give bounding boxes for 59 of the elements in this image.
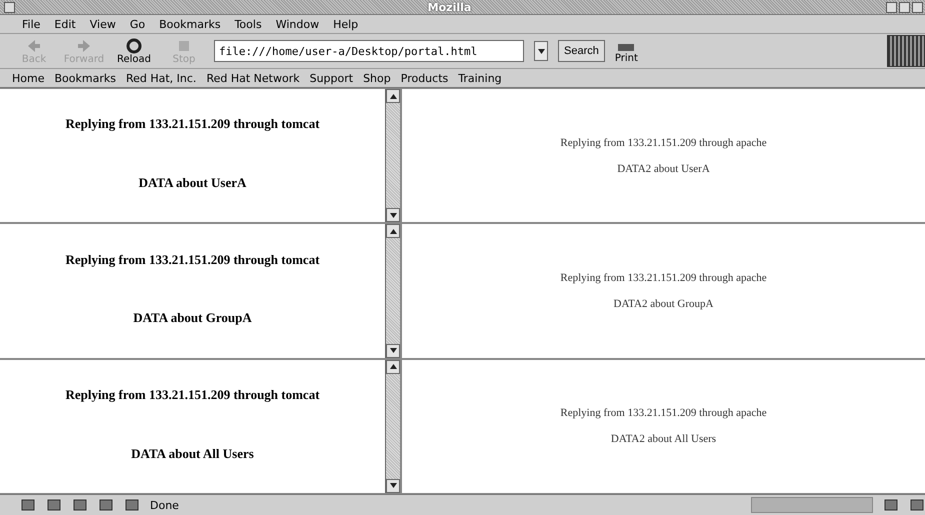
scroll-down-button[interactable]	[386, 478, 400, 493]
window-title: Mozilla	[428, 0, 472, 14]
menu-item[interactable]: File	[22, 18, 40, 30]
print-button[interactable]: Print	[614, 38, 638, 64]
dropdown-button[interactable]	[534, 41, 548, 61]
frame-text: DATA2 about All Users	[610, 433, 716, 446]
frame-text: Replying from 133.21.151.209 through apache	[560, 407, 767, 420]
window-menu-icon[interactable]	[4, 2, 15, 12]
bookmark-link[interactable]: Home	[12, 72, 44, 84]
menu-item[interactable]: Bookmarks	[159, 18, 221, 30]
caret-icon	[538, 48, 544, 54]
bookmark-link[interactable]: Products	[400, 72, 448, 84]
url-field[interactable]: file:///home/user-a/Desktop/portal.html	[214, 40, 524, 62]
frame-text: Replying from 133.21.151.209 through tomcat	[65, 386, 320, 403]
frame-text: DATA about All Users	[131, 446, 254, 462]
scroll-up-button[interactable]	[386, 360, 400, 374]
scrollbar[interactable]	[385, 224, 400, 358]
scroll-down-button[interactable]	[386, 344, 400, 358]
close-icon[interactable]	[912, 2, 923, 12]
bookmark-link[interactable]: Red Hat, Inc.	[126, 72, 196, 84]
bookmark-link[interactable]: Red Hat Network	[206, 72, 300, 84]
maximize-icon[interactable]	[898, 2, 910, 12]
scroll-down-button[interactable]	[386, 208, 400, 222]
scrollbar[interactable]	[385, 360, 400, 493]
search-button[interactable]: Search	[558, 40, 605, 62]
menu-item[interactable]: View	[90, 18, 116, 30]
menu-item[interactable]: Tools	[234, 18, 262, 30]
down-arrow-icon	[390, 483, 396, 488]
bookmark-link[interactable]: Support	[310, 72, 354, 84]
frame-text: Replying from 133.21.151.209 through tomcat	[65, 252, 320, 268]
frame-text: Replying from 133.21.151.209 through apache	[560, 136, 767, 149]
menu-item[interactable]: Help	[333, 18, 358, 30]
bookmark-link[interactable]: Bookmarks	[54, 72, 116, 84]
frame-text: DATA2 about GroupA	[614, 298, 714, 310]
reload-icon	[126, 38, 142, 54]
throbber-icon[interactable]	[887, 35, 925, 67]
menu-item[interactable]: Window	[276, 18, 320, 30]
bookmark-link[interactable]: Training	[458, 72, 502, 84]
menu-item[interactable]: Go	[130, 18, 146, 30]
right-arrow-icon	[76, 38, 92, 54]
down-arrow-icon	[390, 212, 396, 218]
frame-text: DATA about GroupA	[133, 310, 252, 326]
left-arrow-icon	[26, 38, 42, 54]
minimize-icon[interactable]	[886, 2, 897, 12]
down-arrow-icon	[390, 348, 396, 354]
nav-button[interactable]: Reload	[114, 38, 154, 64]
frame-text: Replying from 133.21.151.209 through apache	[560, 272, 767, 284]
up-arrow-icon	[390, 228, 396, 234]
frame-text: Replying from 133.21.151.209 through tomcat	[65, 116, 320, 132]
scroll-up-button[interactable]	[386, 89, 400, 103]
scrollbar[interactable]	[385, 89, 400, 222]
frame-text: DATA about UserA	[138, 174, 246, 191]
bookmark-link[interactable]: Shop	[363, 72, 391, 84]
up-arrow-icon	[390, 364, 396, 370]
up-arrow-icon	[390, 94, 396, 98]
status-text: Done	[150, 498, 179, 512]
scroll-up-button[interactable]	[386, 224, 400, 238]
frame-text: DATA2 about UserA	[617, 162, 710, 175]
menu-item[interactable]: Edit	[54, 18, 76, 30]
